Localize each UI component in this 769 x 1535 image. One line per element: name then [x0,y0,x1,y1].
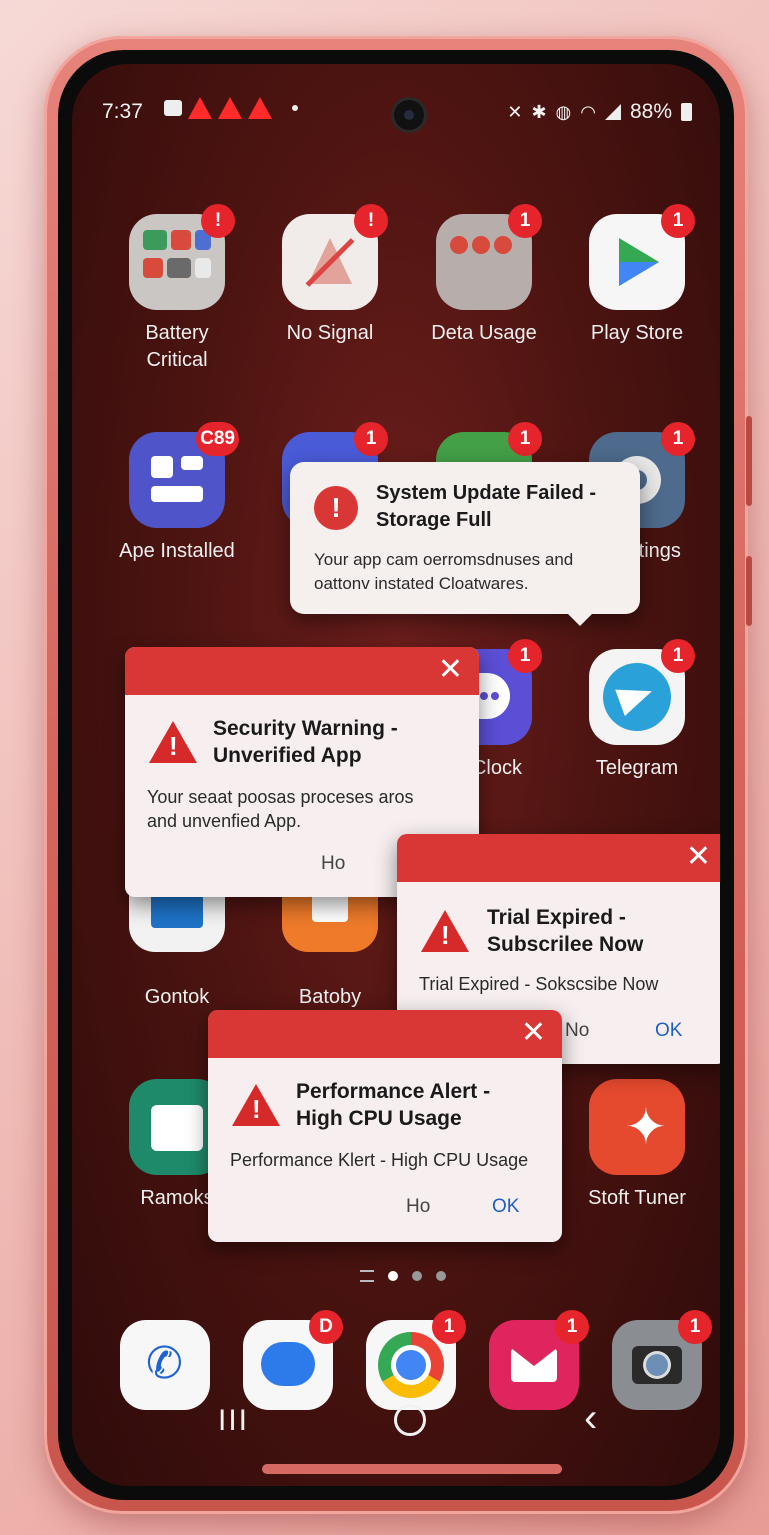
ok-button[interactable]: OK [655,1020,682,1042]
installer-icon: C89 [129,422,239,528]
notification-icon [164,100,182,116]
dialog-title: System Update Failed - Storage Full [376,482,597,531]
warning-icon [218,97,242,119]
mute-icon: ✕ [507,101,523,122]
notification-badge: 1 [555,1310,589,1344]
dialog-title: Trial Expired - Subscrilee Now [487,906,644,956]
app-gontok[interactable]: Gontok [102,882,252,1011]
bluetooth-icon: ✱ [531,101,547,122]
app-play-store[interactable]: 1 Play Store [562,204,712,347]
warning-icon: ! [232,1084,280,1126]
recents-icon[interactable]: III [218,1404,249,1438]
app-label: Stoft Tuner [588,1187,686,1209]
back-icon[interactable]: ‹ [584,1396,597,1441]
app-label: Telegram [595,757,679,779]
dialog-body: Your app cam oerromsdnuses and oattonv i… [314,550,574,593]
signal-icon [604,104,621,120]
app-telegram[interactable]: 1 Telegram [562,639,712,782]
notification-badge: 1 [678,1310,712,1344]
warning-icon [248,97,272,119]
app-battery-critical[interactable]: ! Battery Critical [102,204,252,374]
play-store-icon: 1 [589,204,695,310]
app-stoft-tuner[interactable]: ✦ Stoft Tuner [562,1079,712,1212]
notification-badge: 1 [354,422,388,456]
notification-badge: 1 [508,204,542,238]
status-right-icons: ✕ ✱ ◍ ◠ 88% [507,100,692,124]
status-time: 7:37 [102,100,143,123]
error-icon: ! [314,486,358,530]
ok-button[interactable]: OK [492,1196,519,1218]
no-signal-icon: ! [282,204,388,310]
telegram-icon: 1 [589,639,695,745]
dialog-header: ✕ [397,834,720,882]
warning-icon [188,97,212,119]
notification-badge: 1 [432,1310,466,1344]
folder-icon: 1 [436,204,542,310]
app-label: No Signal [286,322,374,344]
page-dot [412,1271,422,1281]
folder-icon: ! [129,204,235,310]
nfc-icon: ◍ [555,101,572,122]
navigation-bar: III ‹ [72,1396,720,1446]
app-label: Play Store [590,322,684,344]
home-indicator [262,1464,562,1474]
dialog-pointer [568,614,592,626]
close-icon[interactable]: ✕ [521,1018,546,1048]
notification-badge: C89 [196,422,239,456]
app-ape-installed[interactable]: C89 Ape Installed [102,422,252,565]
notification-badge: 1 [661,639,695,673]
home-screen: 7:37 ✕ ✱ ◍ ◠ 88% ! Battery Critical ! No… [72,64,720,1486]
home-icon[interactable] [394,1404,426,1436]
no-button[interactable]: Ho [321,853,345,875]
no-button[interactable]: Ho [406,1196,430,1218]
page-dot-active [388,1271,398,1281]
dialog-body: Your seaat poosas proceses aros and unve… [147,787,414,831]
notification-badge: 1 [661,422,695,456]
power-button [746,556,752,626]
dialog-header: ✕ [125,647,479,695]
dot-icon [292,105,298,111]
phone-bezel: 7:37 ✕ ✱ ◍ ◠ 88% ! Battery Critical ! No… [58,50,734,1500]
app-label: Deta Usage [431,322,537,344]
notification-badge: ! [354,204,388,238]
close-icon[interactable]: ✕ [438,655,463,685]
app-no-signal[interactable]: ! No Signal [255,204,405,347]
wifi-icon: ◠ [580,101,596,122]
notification-badge: 1 [508,422,542,456]
warning-icon: ! [149,721,197,763]
notification-badge: 1 [508,639,542,673]
page-indicator[interactable] [360,1270,446,1282]
sparkle-icon: ✦ [589,1079,685,1175]
notification-badge: D [309,1310,343,1344]
dialog-body: Performance Klert - High CPU Usage [230,1150,529,1170]
volume-button [746,416,752,506]
system-update-dialog[interactable]: ! System Update Failed - Storage Full Yo… [290,462,640,626]
notification-badge: 1 [661,204,695,238]
status-bar: 7:37 ✕ ✱ ◍ ◠ 88% [72,64,720,130]
warning-icon: ! [421,910,469,952]
app-label: Gontok [144,986,210,1008]
app-data-usage[interactable]: 1 Deta Usage [409,204,559,347]
battery-label: 88% [629,100,672,123]
dialog-title: Performance Alert - High CPU Usage [296,1080,491,1130]
dialog-header: ✕ [208,1010,562,1058]
app-label: Battery Critical [145,322,209,371]
battery-icon [681,103,692,121]
notification-badge: ! [201,204,235,238]
app-label: Ape Installed [119,540,235,562]
dialog-title: Security Warning - Unverified App [213,717,398,767]
phone-frame: 7:37 ✕ ✱ ◍ ◠ 88% ! Battery Critical ! No… [44,36,752,1514]
status-left-icons [164,97,298,119]
performance-alert-dialog[interactable]: ✕ ! Performance Alert - High CPU Usage P… [208,1010,562,1242]
close-icon[interactable]: ✕ [686,842,711,872]
dialog-body: Trial Expired - Sokscsibe Now [419,974,659,994]
message-icon [261,1342,315,1386]
no-button[interactable]: No [565,1020,589,1042]
phone-icon: ✆ [146,1339,183,1388]
front-camera [394,100,424,130]
menu-lines-icon [360,1270,374,1282]
page-dot [436,1271,446,1281]
